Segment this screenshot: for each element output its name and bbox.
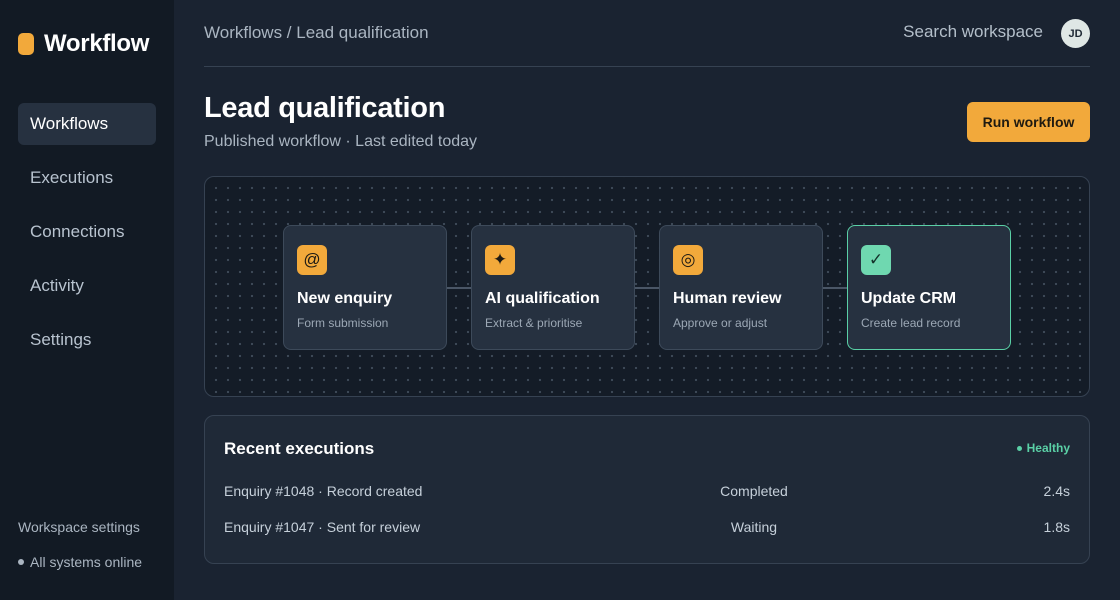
- execution-row[interactable]: Enquiry #1048 · Record created Completed…: [224, 483, 1070, 503]
- top-bar: Workflows / Lead qualification Search wo…: [204, 0, 1090, 67]
- system-status: All systems online: [18, 554, 142, 570]
- sparkle-icon: ✦: [485, 245, 515, 275]
- execution-name: Enquiry #1048 · Record created: [224, 483, 423, 499]
- sidebar-item-executions[interactable]: Executions: [18, 157, 156, 199]
- node-subtitle: Create lead record: [861, 316, 961, 330]
- breadcrumb[interactable]: Workflows / Lead qualification: [204, 23, 429, 43]
- recent-executions-panel: Recent executions Healthy Enquiry #1048 …: [204, 415, 1090, 564]
- sidebar-item-connections[interactable]: Connections: [18, 211, 156, 253]
- execution-status: Completed: [720, 483, 788, 499]
- workflow-node-update-crm[interactable]: ✓ Update CRM Create lead record: [847, 225, 1011, 350]
- brand[interactable]: Workflow: [18, 30, 149, 58]
- run-workflow-button[interactable]: Run workflow: [967, 102, 1090, 142]
- workflow-node-ai-qualification[interactable]: ✦ AI qualification Extract & prioritise: [471, 225, 635, 350]
- node-subtitle: Approve or adjust: [673, 316, 768, 330]
- sidebar-item-workflows[interactable]: Workflows: [18, 103, 156, 145]
- sidebar-footer: Workspace settings All systems online: [18, 519, 142, 570]
- connector-line: [823, 287, 849, 289]
- health-text: Healthy: [1026, 441, 1070, 455]
- connector-line: [635, 287, 661, 289]
- execution-duration: 1.8s: [1043, 519, 1070, 535]
- page-subtitle: Published workflow · Last edited today: [204, 133, 478, 150]
- check-icon: ✓: [861, 245, 891, 275]
- sidebar-item-settings[interactable]: Settings: [18, 319, 156, 361]
- workflow-node-human-review[interactable]: ◎ Human review Approve or adjust: [659, 225, 823, 350]
- sidebar: Workflow Workflows Executions Connection…: [0, 0, 174, 600]
- system-status-text: All systems online: [30, 554, 143, 570]
- node-title: Update CRM: [861, 290, 957, 307]
- node-subtitle: Extract & prioritise: [485, 316, 583, 330]
- workspace-settings-link[interactable]: Workspace settings: [18, 519, 142, 535]
- execution-name: Enquiry #1047 · Sent for review: [224, 519, 421, 535]
- search-workspace-button[interactable]: Search workspace: [903, 22, 1043, 42]
- workflow-canvas[interactable]: @ New enquiry Form submission ✦ AI quali…: [204, 176, 1090, 397]
- brand-name: Workflow: [44, 30, 150, 57]
- page-title: Lead qualification: [204, 92, 446, 124]
- brand-logo-icon: [18, 33, 34, 55]
- execution-duration: 2.4s: [1043, 483, 1070, 499]
- node-subtitle: Form submission: [297, 316, 389, 330]
- node-title: AI qualification: [485, 290, 600, 307]
- node-title: Human review: [673, 290, 782, 307]
- node-title: New enquiry: [297, 290, 393, 307]
- panel-title: Recent executions: [224, 439, 375, 458]
- status-dot-icon: [18, 559, 24, 565]
- execution-status: Waiting: [730, 519, 778, 535]
- sidebar-item-activity[interactable]: Activity: [18, 265, 156, 307]
- sidebar-nav: Workflows Executions Connections Activit…: [18, 103, 156, 373]
- avatar[interactable]: JD: [1061, 19, 1090, 48]
- health-badge: Healthy: [1016, 441, 1070, 455]
- at-sign-icon: @: [297, 245, 327, 275]
- target-icon: ◎: [673, 245, 703, 275]
- health-dot-icon: [1016, 445, 1022, 451]
- workflow-node-new-enquiry[interactable]: @ New enquiry Form submission: [283, 225, 447, 350]
- execution-row[interactable]: Enquiry #1047 · Sent for review Waiting …: [224, 519, 1070, 539]
- connector-line: [447, 287, 473, 289]
